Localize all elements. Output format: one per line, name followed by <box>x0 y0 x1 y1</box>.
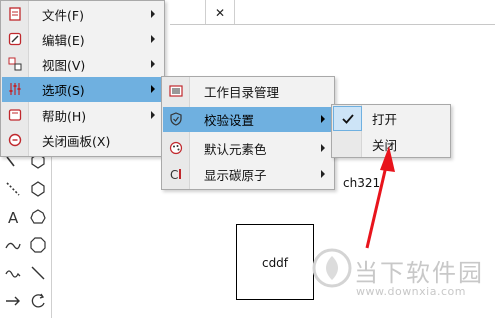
annotation-arrow-icon <box>365 146 395 249</box>
